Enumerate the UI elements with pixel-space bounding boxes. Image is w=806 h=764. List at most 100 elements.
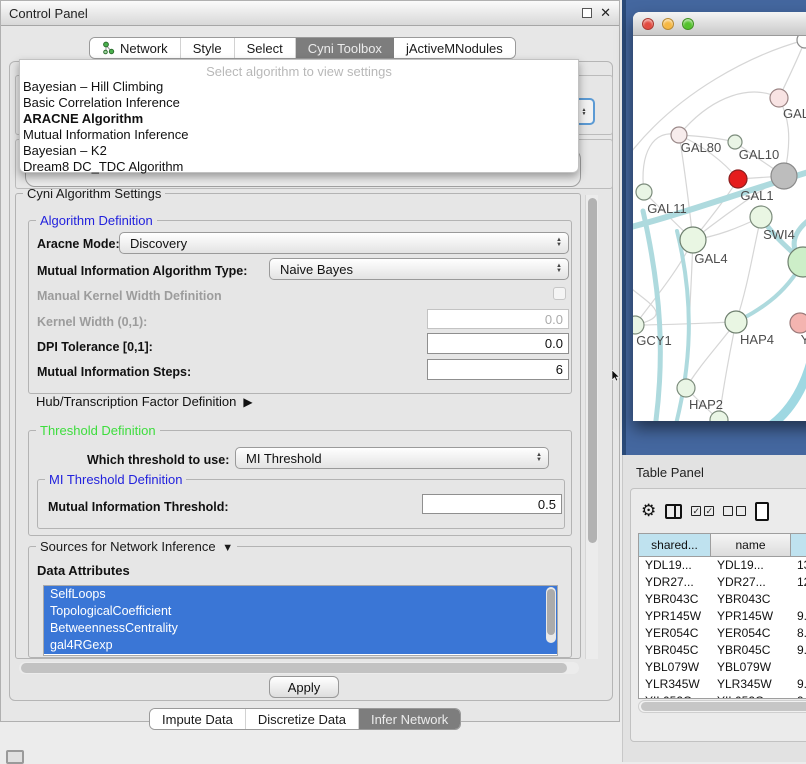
network-node-4[interactable] — [729, 170, 747, 188]
node-label-gal10: GAL10 — [739, 147, 779, 162]
algorithm-option-aracne-algorithm[interactable]: ARACNE Algorithm — [20, 111, 578, 127]
aracne-mode-select[interactable]: Discovery ▲▼ — [119, 232, 569, 254]
algorithm-definition-group: Algorithm Definition Aracne Mode: Discov… — [28, 220, 572, 394]
tab-style[interactable]: Style — [181, 38, 235, 58]
table-row[interactable]: YPR145WYPR145W9. — [639, 608, 806, 625]
table-panel-title: Table Panel — [636, 465, 704, 480]
control-panel-tabs: NetworkStyleSelectCyni ToolboxjActiveMNo… — [89, 37, 516, 59]
float-window-icon[interactable] — [582, 8, 592, 18]
column-header-2[interactable] — [791, 534, 806, 556]
network-icon — [102, 41, 115, 55]
node-attribute-table[interactable]: shared...name YDL19...YDL19...13YDR27...… — [638, 533, 806, 699]
network-canvas[interactable]: GALGAL80GAL10GAL1GAL11SWI4GAL4GCY1HAP4YH… — [633, 36, 806, 421]
algorithm-option-basic-correlation-inference[interactable]: Basic Correlation Inference — [20, 95, 578, 111]
column-header-name[interactable]: name — [711, 534, 791, 556]
node-label-hap2: HAP2 — [689, 397, 723, 412]
attribute-item-gal4rgexp[interactable]: gal4RGexp — [44, 637, 557, 654]
attribute-item-selfloops[interactable]: SelfLoops — [44, 586, 557, 603]
network-node-1[interactable] — [770, 89, 788, 107]
table-row[interactable]: YDL19...YDL19...13 — [639, 557, 806, 574]
split-columns-icon[interactable] — [665, 504, 682, 519]
which-threshold-select[interactable]: MI Threshold ▲▼ — [235, 447, 549, 469]
network-node-5[interactable] — [771, 163, 797, 189]
settings-horizontal-scrollbar[interactable] — [19, 662, 579, 674]
unchecked-pair-icon[interactable] — [723, 506, 746, 516]
algorithm-option-bayesian-k2[interactable]: Bayesian – K2 — [20, 143, 578, 159]
close-icon[interactable]: ✕ — [600, 8, 611, 18]
node-label-swi4: SWI4 — [763, 227, 795, 242]
manual-kernel-checkbox[interactable] — [553, 287, 566, 300]
table-row[interactable]: YER054CYER054C8. — [639, 625, 806, 642]
network-node-0[interactable] — [797, 36, 806, 48]
network-node-10[interactable] — [633, 316, 644, 334]
mi-steps-field[interactable]: 6 — [427, 359, 569, 380]
network-node-6[interactable] — [636, 184, 652, 200]
threshold-definition-group: Threshold Definition Which threshold to … — [28, 430, 572, 536]
network-graph: GALGAL80GAL10GAL1GAL11SWI4GAL4GCY1HAP4YH… — [633, 36, 806, 421]
threshold-definition-title: Threshold Definition — [36, 423, 160, 438]
mi-type-select[interactable]: Naive Bayes ▲▼ — [269, 258, 569, 280]
table-row[interactable]: YBL079WYBL079W — [639, 659, 806, 676]
bottom-tabs: Impute DataDiscretize DataInfer Network — [149, 708, 461, 730]
manual-kernel-label: Manual Kernel Width Definition — [37, 289, 222, 303]
algorithm-option-dream8-dc-tdc-algorithm[interactable]: Dream8 DC_TDC Algorithm — [20, 159, 578, 175]
tab-select[interactable]: Select — [235, 38, 296, 58]
kernel-width-label: Kernel Width (0,1): — [37, 315, 147, 329]
kernel-width-field[interactable]: 0.0 — [427, 309, 569, 329]
network-node-14[interactable] — [710, 411, 728, 421]
mi-threshold-group: MI Threshold Definition Mutual Informati… — [37, 479, 565, 529]
apply-button[interactable]: Apply — [269, 676, 339, 698]
table-toolbar: ⚙ — [641, 499, 769, 523]
dpi-tolerance-field[interactable]: 0.0 — [427, 333, 569, 354]
mi-threshold-label: Mutual Information Threshold: — [48, 500, 229, 514]
network-node-7[interactable] — [750, 206, 772, 228]
data-attributes-list[interactable]: SelfLoopsTopologicalCoefficientBetweenne… — [43, 585, 558, 656]
algorithm-option-mutual-information-inference[interactable]: Mutual Information Inference — [20, 127, 578, 143]
column-header-shared[interactable]: shared... — [639, 534, 711, 556]
table-row[interactable]: YLR345WYLR345W9. — [639, 676, 806, 693]
attribute-item-betweennesscentrality[interactable]: BetweennessCentrality — [44, 620, 557, 637]
expand-right-icon: ▶ — [240, 395, 253, 409]
minimize-traffic-light[interactable] — [662, 18, 674, 30]
table-row[interactable]: YDR27...YDR27...12 — [639, 574, 806, 591]
page-icon[interactable] — [755, 502, 769, 521]
close-traffic-light[interactable] — [642, 18, 654, 30]
tab-network[interactable]: Network — [90, 38, 181, 58]
combo-arrows-icon: ▲▼ — [556, 238, 562, 248]
table-row[interactable]: YIL052CYIL052C9 — [639, 693, 806, 699]
node-label-gal80: GAL80 — [681, 140, 721, 155]
table-row[interactable]: YBR045CYBR045C9. — [639, 642, 806, 659]
collapse-down-icon[interactable]: ▼ — [219, 542, 233, 554]
attribute-item-topologicalcoefficient[interactable]: TopologicalCoefficient — [44, 603, 557, 620]
node-label-gcy1: GCY1 — [636, 333, 671, 348]
attributes-scrollbar[interactable] — [546, 587, 556, 643]
mi-type-label: Mutual Information Algorithm Type: — [37, 264, 247, 278]
network-node-12[interactable] — [790, 313, 806, 333]
node-label-hap4: HAP4 — [740, 332, 774, 347]
network-node-11[interactable] — [725, 311, 747, 333]
tab-discretize-data[interactable]: Discretize Data — [246, 709, 359, 729]
combo-arrows-icon: ▲▼ — [536, 453, 542, 463]
settings-vertical-scrollbar[interactable] — [585, 195, 598, 659]
mouse-cursor — [612, 370, 622, 382]
gear-icon[interactable]: ⚙ — [641, 502, 656, 520]
node-label-gal4: GAL4 — [694, 251, 727, 266]
tab-infer-network[interactable]: Infer Network — [359, 709, 460, 729]
mi-threshold-field[interactable]: 0.5 — [422, 494, 562, 514]
tab-impute-data[interactable]: Impute Data — [150, 709, 246, 729]
table-row[interactable]: YBR043CYBR043C — [639, 591, 806, 608]
aracne-mode-label: Aracne Mode: — [37, 237, 120, 251]
network-window[interactable]: GALGAL80GAL10GAL1GAL11SWI4GAL4GCY1HAP4YH… — [633, 12, 806, 421]
network-node-8[interactable] — [680, 227, 706, 253]
tab-jactivemnodules[interactable]: jActiveMNodules — [394, 38, 515, 58]
node-label-gal: GAL — [783, 106, 806, 121]
algorithm-option-bayesian-hill-climbing[interactable]: Bayesian – Hill Climbing — [20, 79, 578, 95]
checked-pair-icon[interactable] — [691, 506, 714, 516]
sources-title: Sources for Network Inference ▼ — [36, 539, 237, 554]
table-horizontal-scrollbar[interactable] — [638, 700, 806, 713]
tab-cyni-toolbox[interactable]: Cyni Toolbox — [296, 38, 394, 58]
hub-definition-toggle[interactable]: Hub/Transcription Factor Definition ▶ — [36, 394, 253, 409]
zoom-traffic-light[interactable] — [682, 18, 694, 30]
algorithm-dropdown-placeholder: Select algorithm to view settings — [20, 60, 578, 79]
network-node-13[interactable] — [677, 379, 695, 397]
